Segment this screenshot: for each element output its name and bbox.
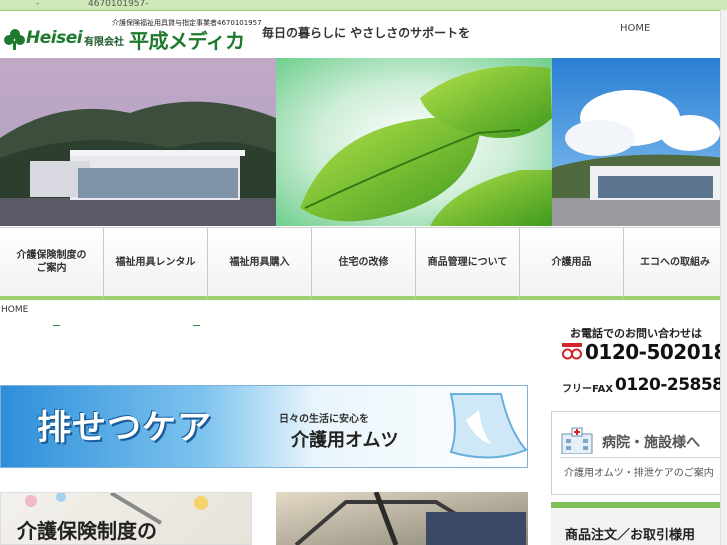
banner-product: 介護用オムツ — [291, 430, 399, 451]
header-tagline: 毎日の暮らしに やさしさのサポートを — [262, 26, 471, 40]
order-title: 商品注文／お取引様用 — [565, 528, 696, 543]
clover-icon — [4, 29, 25, 50]
divider — [560, 457, 727, 458]
nav-item-renovation[interactable]: 住宅の改修 — [312, 228, 416, 300]
nav-item-purchase[interactable]: 福祉用具購入 — [208, 228, 312, 300]
main-nav: 介護保険制度の ご案内 福祉用具レンタル 福祉用具購入 住宅の改修 商品管理につ… — [0, 227, 727, 303]
insurance-guide-thumb[interactable]: 介護保険制度の — [0, 492, 252, 545]
diaper-icon — [449, 393, 527, 459]
scrollbar[interactable] — [720, 10, 727, 545]
logo-company-type: 有限会社 — [84, 37, 124, 48]
top-bar-license: 4670101957- — [88, 0, 149, 9]
insurance-thumb-title: 介護保険制度の — [17, 519, 157, 543]
nav-item-eco[interactable]: エコへの取組み — [624, 228, 727, 300]
hospital-subtitle: 介護用オムツ・排泄ケアのご案内 — [564, 468, 714, 479]
nav-item-care-goods[interactable]: 介護用品 — [520, 228, 624, 300]
divider — [193, 325, 200, 326]
top-info-bar: - 4670101957- — [0, 0, 727, 11]
top-bar-dash: - — [36, 0, 40, 9]
breadcrumb-home[interactable]: HOME — [1, 305, 28, 315]
nav-item-product-management[interactable]: 商品管理について — [416, 228, 520, 300]
nav-item-insurance[interactable]: 介護保険制度の ご案内 — [0, 228, 104, 300]
hospital-icon — [561, 427, 593, 454]
banner-title: 排せつケア — [37, 408, 212, 448]
contact-fax: 0120-258586 — [615, 375, 727, 395]
wheelchair-image — [276, 492, 528, 545]
excretion-care-banner[interactable]: 排せつケア 日々の生活に安心を 介護用オムツ — [0, 385, 528, 468]
hero-banner — [0, 58, 727, 226]
contact-label: お電話でのお問い合わせは — [570, 327, 702, 340]
nav-item-rental[interactable]: 福祉用具レンタル — [104, 228, 208, 300]
divider — [53, 325, 60, 326]
banner-subtitle: 日々の生活に安心を — [279, 414, 369, 425]
rental-thumb[interactable] — [276, 492, 528, 545]
logo-roman: Heisei — [26, 28, 83, 48]
order-link[interactable]: 商品注文／お取引様用 — [551, 502, 727, 545]
hospital-title: 病院・施設様へ — [602, 435, 700, 451]
contact-box: お電話でのお問い合わせは 0120-502018 フリーFAX 0120-258… — [560, 320, 727, 400]
free-dial-icon — [562, 343, 582, 360]
site-logo[interactable]: 介護保険福祉用具貸与指定事業者4670101957 Heisei 有限会社 平成… — [4, 14, 262, 82]
header-home-link[interactable]: HOME — [620, 23, 650, 34]
hero-image — [0, 58, 727, 226]
hospital-facility-link[interactable]: 病院・施設様へ 介護用オムツ・排泄ケアのご案内 — [551, 411, 727, 495]
contact-phone[interactable]: 0120-502018 — [585, 340, 727, 364]
contact-fax-label: フリーFAX — [562, 384, 614, 395]
